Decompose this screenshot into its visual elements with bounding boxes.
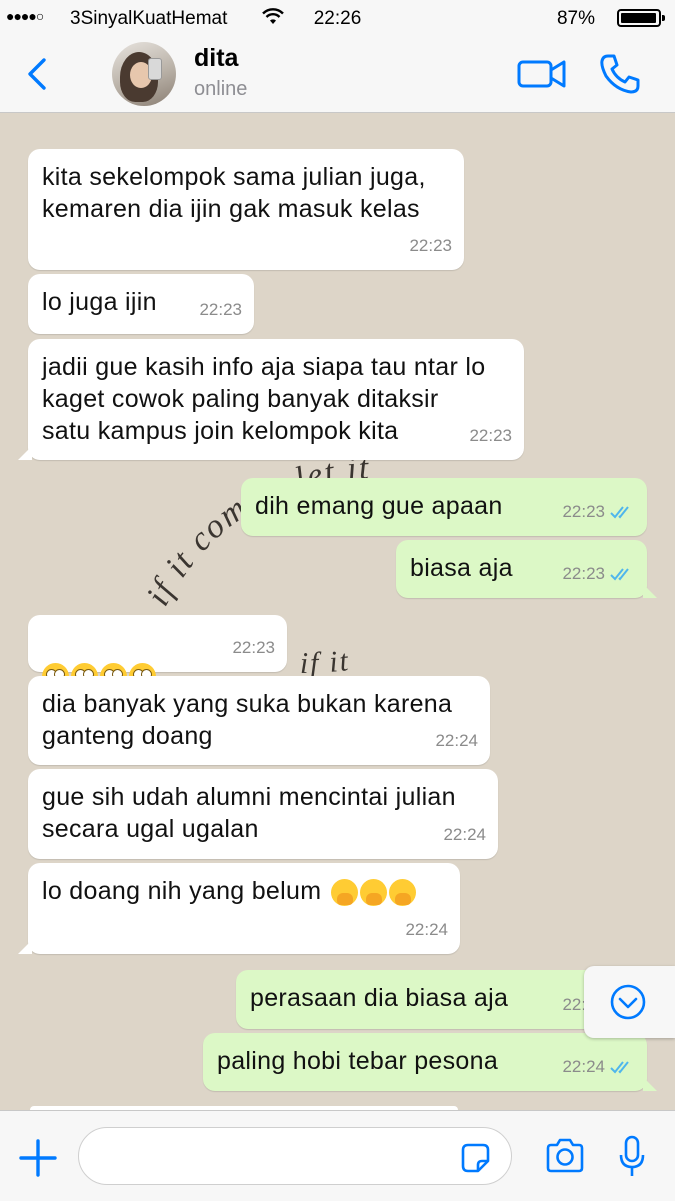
chevron-left-icon — [28, 58, 46, 90]
message-time: 22:23 — [562, 564, 605, 583]
message-time: 22:24 — [443, 825, 486, 844]
back-button[interactable] — [20, 54, 60, 94]
voice-call-button[interactable] — [598, 52, 642, 96]
face-with-hand-over-mouth-icon — [359, 878, 387, 906]
message-time: 22:23 — [232, 638, 275, 657]
message-meta: 22:23 — [562, 496, 635, 528]
message-meta: 22:24 — [435, 725, 478, 757]
sticker-button[interactable] — [458, 1141, 492, 1175]
message-incoming[interactable]: 22:23 — [28, 615, 287, 690]
message-incoming[interactable]: lo juga ijin 22:23 — [28, 274, 254, 334]
svg-text:if it: if it — [300, 644, 352, 680]
contact-name[interactable]: dita — [194, 44, 238, 73]
message-text: lo doang nih yang belum — [42, 875, 446, 907]
microphone-icon — [619, 1135, 645, 1176]
message-text: kita sekelompok sama julian juga, kemare… — [42, 163, 426, 223]
chat-header: dita online — [0, 36, 675, 113]
chevron-down-circle-icon — [610, 984, 646, 1020]
message-time: 22:23 — [199, 300, 242, 319]
sticker-icon — [461, 1143, 490, 1173]
message-input[interactable] — [78, 1127, 512, 1185]
double-check-read-icon — [610, 1061, 629, 1074]
contact-status: online — [194, 78, 248, 100]
double-check-read-icon — [610, 506, 629, 519]
message-time: 22:23 — [409, 236, 452, 255]
scroll-to-bottom-button[interactable] — [584, 966, 675, 1038]
message-meta: 22:23 — [409, 230, 452, 262]
battery-percent: 87% — [556, 8, 595, 29]
message-time: 22:23 — [562, 502, 605, 521]
message-outgoing[interactable]: paling hobi tebar pesona 22:24 — [203, 1033, 657, 1091]
video-call-button[interactable] — [516, 54, 568, 94]
voice-message-button[interactable] — [618, 1135, 646, 1179]
message-time: 22:24 — [562, 1057, 605, 1076]
message-meta: 22:23 — [562, 558, 635, 590]
message-incoming[interactable]: lo doang nih yang belum 22:24 — [18, 863, 460, 954]
message-text: gue sih udah alumni mencintai julian sec… — [42, 783, 456, 843]
message-incoming[interactable]: kita sekelompok sama julian juga, kemare… — [28, 149, 464, 270]
chat-messages-area[interactable]: if it comes, let it if it kita sekelompo… — [0, 113, 675, 1106]
attach-button[interactable] — [18, 1138, 58, 1178]
message-text: dia banyak yang suka bukan karena ganten… — [42, 690, 453, 750]
message-meta: 22:24 — [562, 1051, 635, 1083]
message-time: 22:23 — [469, 426, 512, 445]
message-meta: 22:24 — [405, 914, 448, 946]
message-text: jadii gue kasih info aja siapa tau ntar … — [42, 353, 486, 445]
message-incoming[interactable]: dia banyak yang suka bukan karena ganten… — [28, 676, 490, 765]
message-time: 22:24 — [405, 920, 448, 939]
video-camera-icon — [517, 60, 566, 88]
message-time: 22:24 — [435, 731, 478, 750]
camera-icon — [546, 1138, 584, 1173]
message-meta: 22:23 — [199, 294, 242, 326]
message-outgoing[interactable]: dih emang gue apaan 22:23 — [241, 478, 647, 536]
camera-button[interactable] — [544, 1137, 586, 1175]
message-text-label: lo doang nih yang belum — [42, 877, 329, 905]
message-meta: 22:23 — [469, 420, 512, 452]
message-meta: 22:24 — [443, 819, 486, 851]
message-meta: 22:23 — [232, 632, 275, 664]
message-incoming[interactable]: jadii gue kasih info aja siapa tau ntar … — [18, 339, 524, 460]
face-with-hand-over-mouth-icon — [388, 878, 416, 906]
double-check-read-icon — [610, 568, 629, 581]
face-with-hand-over-mouth-icon — [330, 878, 358, 906]
phone-icon — [600, 54, 640, 94]
message-incoming[interactable]: gue sih udah alumni mencintai julian sec… — [28, 769, 498, 859]
message-compose-bar — [0, 1110, 675, 1201]
plus-icon — [19, 1139, 57, 1177]
message-outgoing[interactable]: biasa aja 22:23 — [396, 540, 657, 598]
status-bar: ●●●●○ 3SinyalKuatHemat 22:26 87% — [0, 0, 675, 36]
battery-icon — [617, 9, 665, 27]
wallpaper-quote-line2: if it — [300, 644, 350, 680]
contact-avatar[interactable] — [112, 42, 176, 106]
